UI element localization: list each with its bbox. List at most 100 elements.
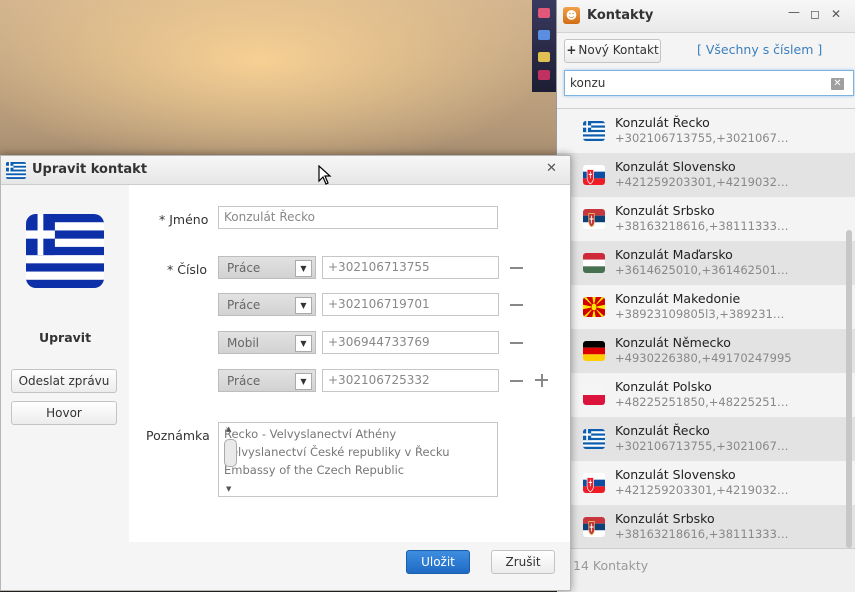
phone-number-field[interactable]: +302106713755 — [322, 256, 499, 279]
contact-form: * Jméno Konzulát Řecko * Číslo Práce ▼ +3… — [129, 185, 570, 542]
contacts-window: ☻ Kontakty — ◻ ✕ + Nový Kontakt [ Všechny… — [556, 0, 855, 592]
list-item[interactable]: Konzulát Srbsko +38163218616,+38111333… — [557, 505, 855, 549]
edit-dialog-titlebar[interactable]: Upravit kontakt ✕ — [1, 156, 570, 185]
dialog-title: Upravit kontakt — [32, 162, 148, 177]
contact-numbers: +3614625010,+361462501… — [615, 263, 789, 277]
contact-name: Konzulát Maďarsko — [615, 247, 733, 262]
list-item[interactable]: Konzulát Slovensko +421259203301,+421903… — [557, 461, 855, 505]
plus-icon: + — [566, 43, 577, 57]
number-label: * Číslo — [167, 262, 208, 277]
chevron-down-icon: ▼ — [295, 373, 312, 390]
list-scrollbar[interactable] — [846, 230, 852, 548]
list-item[interactable]: Konzulát Německo +4930226380,+4917024799… — [557, 329, 855, 373]
list-item[interactable]: Konzulát Slovensko +421259203301,+421903… — [557, 153, 855, 197]
contact-name: Konzulát Srbsko — [615, 203, 715, 218]
clear-search-icon[interactable]: ✕ — [831, 78, 844, 90]
note-label: Poznámka — [146, 428, 210, 443]
slovakia-flag-icon — [583, 165, 605, 185]
phone-number-field[interactable]: +306944733769 — [322, 331, 499, 354]
contact-name: Konzulát Slovensko — [615, 159, 736, 174]
remove-phone-icon[interactable] — [510, 267, 523, 269]
contact-name: Konzulát Řecko — [615, 423, 710, 438]
search-input[interactable] — [564, 70, 854, 96]
note-line: Embassy of the Czech Republic — [224, 463, 405, 477]
greece-flag-icon — [583, 429, 605, 449]
list-item[interactable]: Konzulát Řecko +302106713755,+3021067… — [557, 417, 855, 461]
scroll-down-icon[interactable]: ▼ — [226, 485, 231, 493]
contact-name: Konzulát Polsko — [615, 379, 712, 394]
contact-avatar[interactable] — [26, 214, 104, 288]
phone-type-select[interactable]: Práce ▼ — [218, 369, 316, 392]
list-item[interactable]: Konzulát Makedonie +38923109805l3,+38923… — [557, 285, 855, 329]
contacts-toolbar: + Nový Kontakt [ Všechny s číslem ] — [557, 33, 855, 67]
name-label: * Jméno — [159, 212, 209, 227]
edit-contact-dialog: Upravit kontakt ✕ Upravit Odeslat zprávu… — [0, 155, 571, 591]
hungary-flag-icon — [583, 253, 605, 273]
name-field[interactable]: Konzulát Řecko — [218, 206, 498, 229]
phone-type-select[interactable]: Mobil ▼ — [218, 331, 316, 354]
serbia-flag-icon — [583, 517, 605, 537]
cancel-button[interactable]: Zrušit — [491, 550, 555, 574]
filter-all-with-number[interactable]: [ Všechny s číslem ] — [697, 42, 822, 57]
list-item[interactable]: Konzulát Polsko +48225251850,+48225251… — [557, 373, 855, 417]
scroll-thumb[interactable] — [224, 439, 237, 467]
contact-name: Konzulát Řecko — [615, 115, 710, 130]
contact-numbers: +38923109805l3,+389231… — [615, 307, 785, 321]
contact-numbers: +421259203301,+4219032… — [615, 175, 789, 189]
contact-name: Konzulát Makedonie — [615, 291, 741, 306]
contact-numbers: +4930226380,+49170247995 — [615, 351, 792, 365]
contacts-count: 14 Kontakty — [573, 558, 649, 573]
contact-sidebar: Upravit Odeslat zprávu Hovor — [1, 185, 129, 590]
serbia-flag-icon — [583, 209, 605, 229]
contact-name: Konzulát Německo — [615, 335, 731, 350]
greece-flag-icon — [6, 162, 26, 179]
phone-type-select[interactable]: Práce ▼ — [218, 256, 316, 279]
contacts-book-icon: ☻ — [563, 7, 580, 24]
contact-numbers: +38163218616,+38111333… — [615, 527, 789, 541]
close-icon[interactable]: ✕ — [546, 161, 557, 176]
macedonia-flag-icon — [583, 297, 605, 317]
note-textarea[interactable]: Řecko - Velvyslanectví Athény Velvyslane… — [218, 422, 498, 497]
save-button[interactable]: Uložit — [406, 550, 470, 574]
search-box: ✕ — [564, 70, 855, 98]
contact-numbers: +302106713755,+3021067… — [615, 439, 789, 453]
note-line: Velvyslanectví České republiky v Řecku — [224, 445, 450, 459]
contact-name: Konzulát Slovensko — [615, 467, 736, 482]
note-line: Řecko - Velvyslanectví Athény — [224, 427, 397, 441]
phone-type-select[interactable]: Práce ▼ — [218, 293, 316, 316]
background-window — [532, 0, 556, 92]
scroll-up-icon[interactable]: ▲ — [226, 425, 231, 433]
chevron-down-icon: ▼ — [295, 297, 312, 314]
contacts-footer: 14 Kontakty — [557, 548, 855, 592]
add-phone-icon[interactable] — [535, 374, 548, 387]
note-scrollbar[interactable]: ▲ ▼ — [224, 425, 237, 493]
phone-number-field[interactable]: +302106725332 — [322, 369, 499, 392]
remove-phone-icon[interactable] — [510, 380, 523, 382]
list-item[interactable]: Konzulát Řecko +302106713755,+3021067… — [557, 109, 855, 153]
contact-name: Konzulát Srbsko — [615, 511, 715, 526]
contact-numbers: +421259203301,+4219032… — [615, 483, 789, 497]
list-item[interactable]: Konzulát Srbsko +38163218616,+38111333… — [557, 197, 855, 241]
contact-numbers: +302106713755,+3021067… — [615, 131, 789, 145]
contacts-list: Konzulát Řecko +302106713755,+3021067… K… — [557, 108, 855, 549]
new-contact-button[interactable]: + Nový Kontakt — [564, 39, 661, 63]
phone-number-field[interactable]: +302106719701 — [322, 293, 499, 316]
minimize-icon[interactable]: — — [788, 5, 800, 19]
greece-flag-icon — [583, 121, 605, 141]
maximize-icon[interactable]: ◻ — [810, 7, 820, 21]
slovakia-flag-icon — [583, 473, 605, 493]
remove-phone-icon[interactable] — [510, 304, 523, 306]
chevron-down-icon: ▼ — [295, 260, 312, 277]
chevron-down-icon: ▼ — [295, 335, 312, 352]
contacts-titlebar[interactable]: ☻ Kontakty — ◻ ✕ — [557, 0, 855, 33]
remove-phone-icon[interactable] — [510, 342, 523, 344]
call-button[interactable]: Hovor — [11, 401, 117, 425]
avatar-edit-caption[interactable]: Upravit — [1, 330, 129, 345]
poland-flag-icon — [583, 385, 605, 405]
list-item[interactable]: Konzulát Maďarsko +3614625010,+361462501… — [557, 241, 855, 285]
contact-numbers: +48225251850,+48225251… — [615, 395, 789, 409]
close-icon[interactable]: ✕ — [831, 7, 841, 21]
germany-flag-icon — [583, 341, 605, 361]
contact-numbers: +38163218616,+38111333… — [615, 219, 789, 233]
send-message-button[interactable]: Odeslat zprávu — [11, 369, 117, 393]
